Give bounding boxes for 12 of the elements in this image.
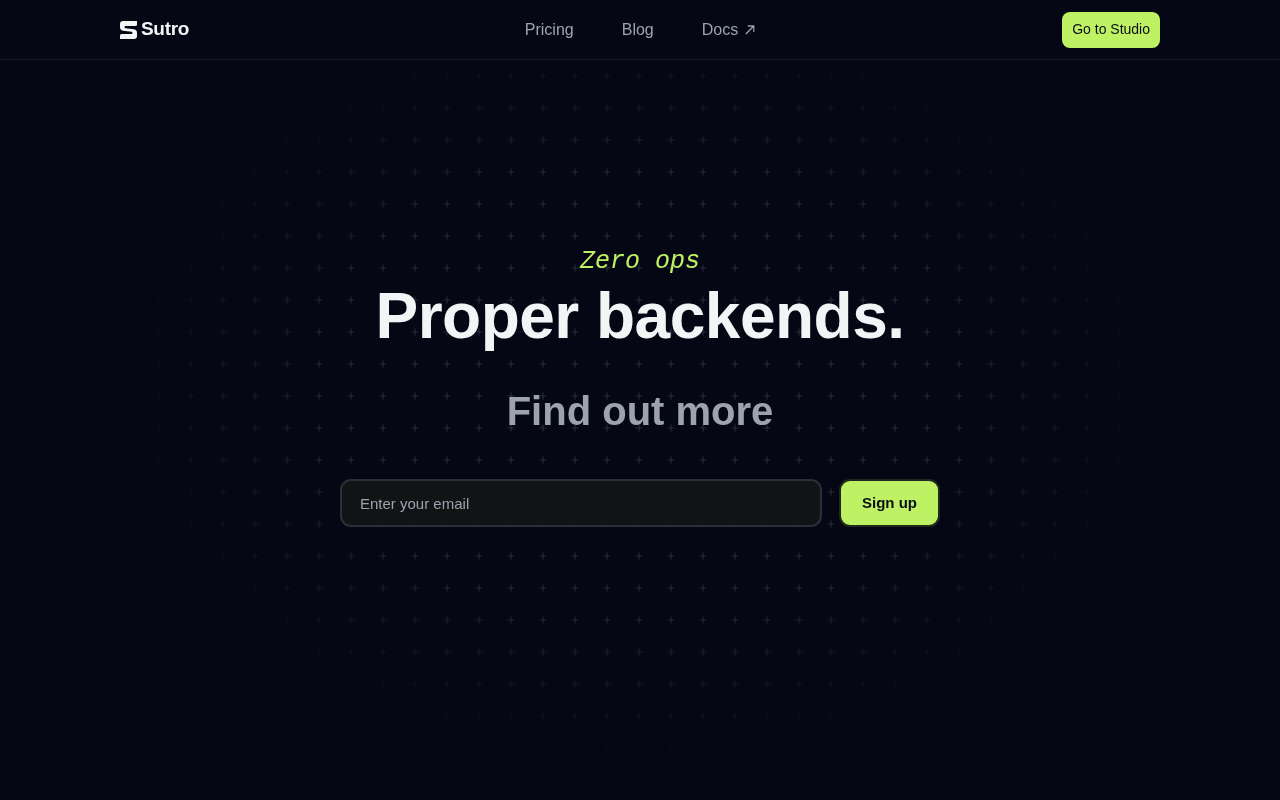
nav-link[interactable]: Docs (701, 18, 756, 42)
brand-name[interactable]: Sutro (141, 15, 190, 44)
sign-up-button[interactable]: Sign up (839, 479, 940, 527)
external-link-arrow-icon (745, 25, 756, 35)
logo-icon (120, 20, 137, 39)
eyebrow-tagline: Zero ops (580, 246, 700, 278)
hero-subheading: Find out more (506, 388, 774, 435)
nav-link[interactable]: Pricing (524, 18, 574, 42)
hero-headline: Proper backends. (375, 279, 905, 354)
nav-link[interactable]: Blog (621, 18, 654, 42)
go-to-studio-button[interactable]: Go to Studio (1062, 11, 1160, 48)
email-input-field[interactable]: Enter your email (340, 479, 822, 527)
